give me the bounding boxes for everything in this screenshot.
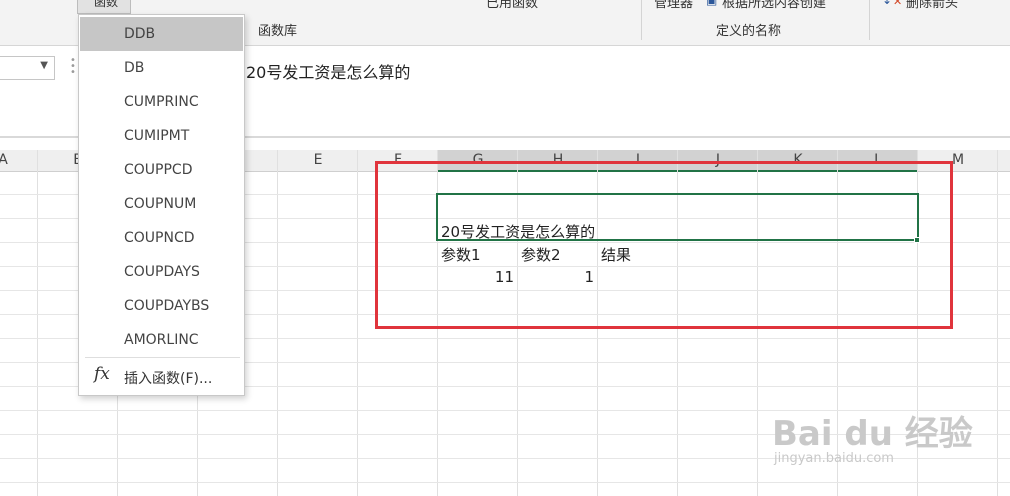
- menu-item-coupdaybs[interactable]: COUPDAYBS: [80, 289, 243, 323]
- menu-item-couppcd[interactable]: COUPPCD: [80, 153, 243, 187]
- highlight-box: [375, 161, 953, 329]
- menu-item-coupncd[interactable]: COUPNCD: [80, 221, 243, 255]
- gridline: [997, 150, 998, 496]
- watermark-url: jingyan.baidu.com: [774, 451, 894, 466]
- used-functions-button[interactable]: 已用函数: [486, 0, 538, 11]
- formula-input[interactable]: 20号发工资是怎么算的: [246, 59, 410, 83]
- menu-item-coupnum[interactable]: COUPNUM: [80, 187, 243, 221]
- menu-separator: [85, 357, 240, 358]
- function-dropdown-button[interactable]: 函数: [77, 0, 131, 14]
- menu-item-cumprinc[interactable]: CUMPRINC: [80, 85, 243, 119]
- gridline: [277, 150, 278, 496]
- group-label-defined-names: 定义的名称: [716, 24, 782, 39]
- gridline: [357, 150, 358, 496]
- remove-arrows-icon: ✕: [893, 0, 903, 8]
- watermark-logo: Bai du 经验: [772, 414, 973, 454]
- menu-item-cumipmt[interactable]: CUMIPMT: [80, 119, 243, 153]
- menu-item-coupdays[interactable]: COUPDAYS: [80, 255, 243, 289]
- gridline: [37, 150, 38, 496]
- group-label-function-library: 函数库: [258, 24, 298, 39]
- menu-item-amorlinc[interactable]: AMORLINC: [80, 323, 243, 357]
- remove-arrows-button[interactable]: 删除箭头: [906, 0, 958, 11]
- grip-icon: • • •: [70, 55, 76, 78]
- menu-item-db[interactable]: DB: [80, 51, 243, 85]
- fx-icon: fx: [94, 364, 110, 384]
- gridline: [0, 482, 1010, 483]
- create-from-selection-icon: ▣: [706, 0, 718, 7]
- ribbon-separator: [869, 0, 870, 40]
- menu-item-ddb[interactable]: DDB: [80, 17, 243, 51]
- trace-arrow-icon: ↓: [882, 0, 893, 7]
- name-manager-button[interactable]: 管理器: [654, 0, 693, 11]
- ribbon-separator: [641, 0, 642, 40]
- chevron-down-icon[interactable]: ▼: [40, 60, 48, 71]
- create-from-selection-button[interactable]: 根据所选内容创建: [722, 0, 826, 11]
- function-dropdown-menu: DDB DB CUMPRINC CUMIPMT COUPPCD COUPNUM …: [78, 14, 245, 396]
- name-box[interactable]: ▼: [0, 56, 55, 80]
- column-header-e[interactable]: E: [278, 152, 358, 168]
- insert-function-menu-item[interactable]: 插入函数(F)...: [124, 368, 212, 388]
